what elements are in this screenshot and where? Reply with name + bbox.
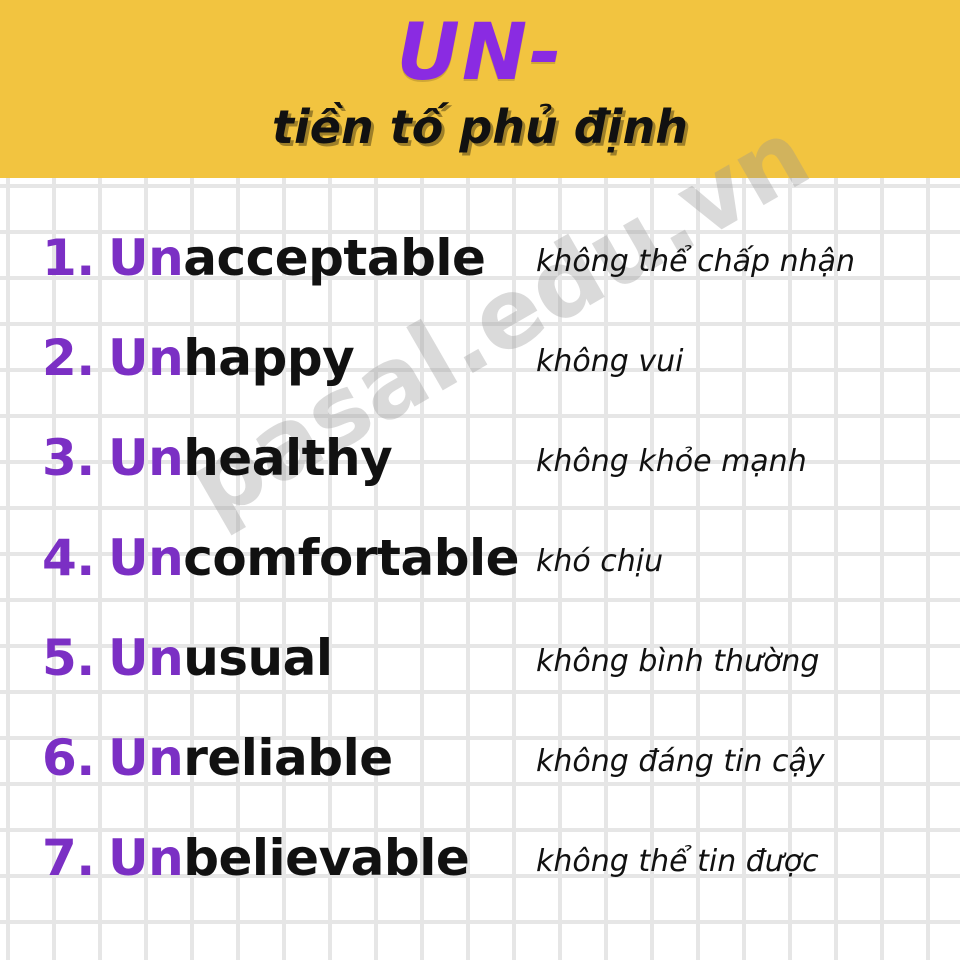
word-term: 2. Unhappy <box>42 308 355 408</box>
page-subtitle: tiền tố phủ định <box>272 100 688 154</box>
word-term: 7. Unbelievable <box>42 808 470 908</box>
item-number: 7. <box>42 829 95 887</box>
word-prefix: Un <box>108 429 184 487</box>
word-prefix: Un <box>108 829 184 887</box>
item-number: 6. <box>42 729 95 787</box>
word-meaning: không vui <box>536 344 684 379</box>
word-term: 1. Unacceptable <box>42 208 486 308</box>
word-term: 6. Unreliable <box>42 708 393 808</box>
word-term: 3. Unhealthy <box>42 408 393 508</box>
item-number: 2. <box>42 329 95 387</box>
item-number: 1. <box>42 229 95 287</box>
item-number: 3. <box>42 429 95 487</box>
header-banner: UN- tiền tố phủ định <box>0 0 960 178</box>
word-meaning: không bình thường <box>536 644 820 679</box>
word-meaning: không khỏe mạnh <box>536 444 807 479</box>
word-prefix: Un <box>108 729 184 787</box>
word-root: believable <box>183 829 470 887</box>
word-root: comfortable <box>183 529 520 587</box>
word-meaning: không đáng tin cậy <box>536 744 825 779</box>
word-meaning: không thể tin được <box>536 844 819 879</box>
word-term: 5. Unusual <box>42 608 333 708</box>
list-item: 1. Unacceptable không thể chấp nhận <box>0 208 960 308</box>
word-root: reliable <box>183 729 393 787</box>
word-meaning: không thể chấp nhận <box>536 244 855 279</box>
item-number: 4. <box>42 529 95 587</box>
word-root: acceptable <box>183 229 486 287</box>
word-prefix: Un <box>108 329 184 387</box>
word-prefix: Un <box>108 629 184 687</box>
list-item: 6. Unreliable không đáng tin cậy <box>0 708 960 808</box>
page-title: UN- <box>396 8 564 98</box>
word-prefix: Un <box>108 529 184 587</box>
word-term: 4. Uncomfortable <box>42 508 520 608</box>
list-item: 7. Unbelievable không thể tin được <box>0 808 960 908</box>
word-prefix: Un <box>108 229 184 287</box>
item-number: 5. <box>42 629 95 687</box>
list-item: 3. Unhealthy không khỏe mạnh <box>0 408 960 508</box>
list-item: 2. Unhappy không vui <box>0 308 960 408</box>
word-root: healthy <box>183 429 393 487</box>
list-item: 4. Uncomfortable khó chịu <box>0 508 960 608</box>
list-item: 5. Unusual không bình thường <box>0 608 960 708</box>
word-meaning: khó chịu <box>536 544 664 579</box>
word-root: happy <box>183 329 355 387</box>
word-root: usual <box>183 629 333 687</box>
